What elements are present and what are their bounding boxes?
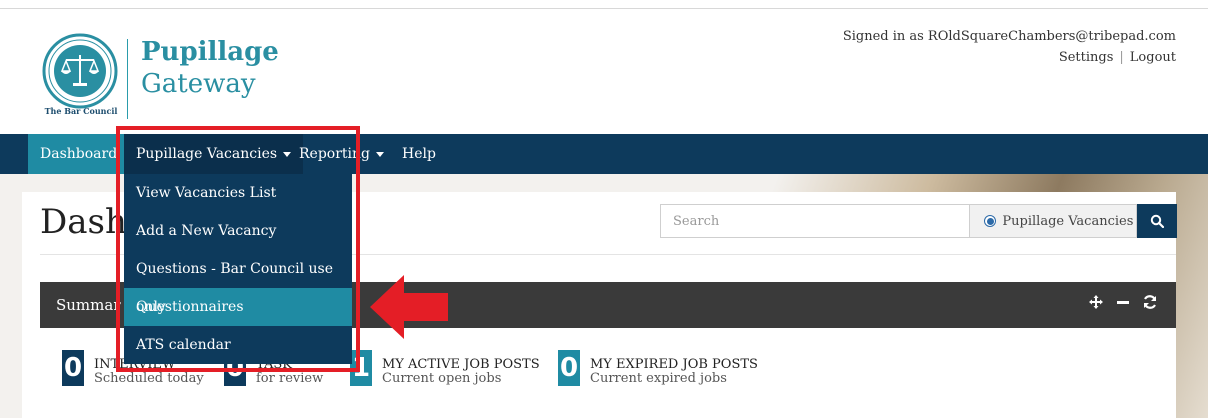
brand-title-line1[interactable]: Pupillage xyxy=(141,37,279,67)
stat-expired-jobs-sub: Current expired jobs xyxy=(590,371,727,386)
caret-down-icon xyxy=(376,151,384,157)
stat-active-jobs-sub: Current open jobs xyxy=(382,371,502,386)
stat-interview-value: 0 xyxy=(62,350,84,386)
move-icon[interactable] xyxy=(1088,294,1104,310)
logo-divider xyxy=(127,39,128,119)
stat-task-sub: for review xyxy=(256,371,324,386)
search-bar: Pupillage Vacancies xyxy=(660,204,1178,238)
signed-in-text: Signed in as ROldSquareChambers@tribepad… xyxy=(842,29,1176,44)
search-icon xyxy=(1150,214,1165,228)
nav-dashboard-label: Dashboard xyxy=(40,146,118,162)
settings-link[interactable]: Settings xyxy=(1059,50,1114,65)
site-header: The Bar Council Pupillage Gateway Signed… xyxy=(0,9,1208,134)
radio-selected-icon[interactable] xyxy=(984,215,997,227)
refresh-icon[interactable] xyxy=(1142,294,1158,310)
red-arrow-icon xyxy=(370,275,448,339)
minimize-icon[interactable] xyxy=(1116,295,1130,309)
stat-expired-jobs-label: MY EXPIRED JOB POSTS xyxy=(590,357,758,372)
brand-title-line2[interactable]: Gateway xyxy=(141,69,256,99)
user-links: Settings | Logout xyxy=(1059,50,1176,65)
summary-tools xyxy=(1088,294,1158,310)
stat-interview-sub: Scheduled today xyxy=(94,371,204,386)
annotation-highlight-box xyxy=(116,126,360,372)
stat-active-jobs-label: MY ACTIVE JOB POSTS xyxy=(382,357,540,372)
nav-dashboard[interactable]: Dashboard xyxy=(28,134,130,174)
search-button[interactable] xyxy=(1137,204,1178,238)
stat-expired-jobs[interactable]: 0 MY EXPIRED JOB POSTS Current expired j… xyxy=(558,350,758,386)
nav-help-label: Help xyxy=(402,146,436,162)
nav-help[interactable]: Help xyxy=(390,134,448,174)
stat-active-jobs[interactable]: 1 MY ACTIVE JOB POSTS Current open jobs xyxy=(350,350,540,386)
bar-council-seal-icon[interactable] xyxy=(42,33,118,109)
link-separator: | xyxy=(1119,50,1124,65)
logout-link[interactable]: Logout xyxy=(1130,50,1176,65)
summary-title: Summar xyxy=(56,296,121,314)
logo-caption: The Bar Council xyxy=(44,106,118,116)
search-scope-radio[interactable]: Pupillage Vacancies xyxy=(969,204,1138,238)
search-scope-label: Pupillage Vacancies xyxy=(1002,213,1134,229)
stat-expired-jobs-value: 0 xyxy=(558,350,580,386)
search-input[interactable] xyxy=(660,204,970,238)
